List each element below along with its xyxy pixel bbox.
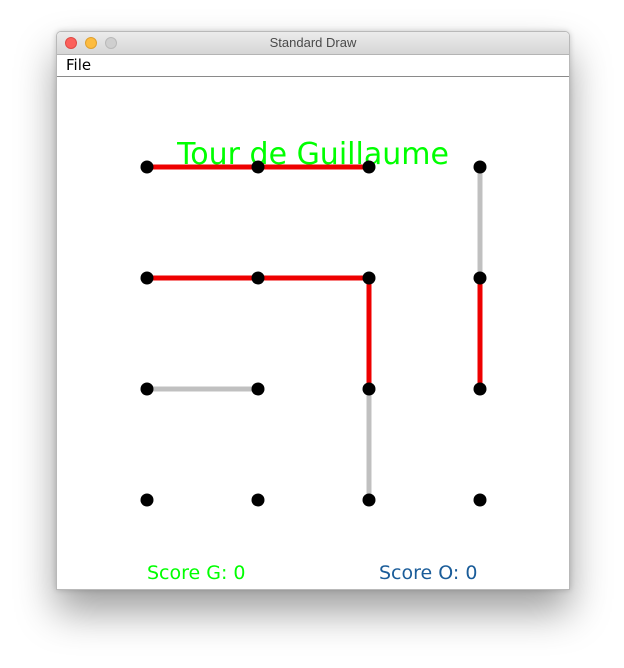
grid-dot-1-3[interactable]: [473, 271, 487, 285]
grid-dot-1-1[interactable]: [251, 271, 265, 285]
grid-dot-2-1[interactable]: [251, 382, 265, 396]
grid-dot-0-1[interactable]: [251, 160, 265, 174]
grid-dot-0-3[interactable]: [473, 160, 487, 174]
game-board[interactable]: [57, 77, 569, 589]
grid-dot-2-3[interactable]: [473, 382, 487, 396]
menu-file[interactable]: File: [66, 56, 91, 74]
grid-dot-3-2[interactable]: [362, 493, 376, 507]
grid-dot-1-2[interactable]: [362, 271, 376, 285]
grid-dot-1-0[interactable]: [140, 271, 154, 285]
drawing-canvas[interactable]: Tour de Guillaume Score G: 0 Score O: 0: [57, 77, 569, 589]
score-o: Score O: 0: [379, 562, 478, 584]
menu-bar: File: [57, 55, 569, 77]
title-bar[interactable]: Standard Draw: [57, 32, 569, 55]
dots-layer: [140, 160, 487, 507]
grid-dot-0-2[interactable]: [362, 160, 376, 174]
window-title: Standard Draw: [269, 35, 357, 50]
score-g: Score G: 0: [147, 562, 246, 584]
grid-dot-3-0[interactable]: [140, 493, 154, 507]
grid-dot-2-2[interactable]: [362, 382, 376, 396]
edges-layer: [147, 164, 483, 500]
grid-dot-3-3[interactable]: [473, 493, 487, 507]
grid-dot-2-0[interactable]: [140, 382, 154, 396]
grid-dot-0-0[interactable]: [140, 160, 154, 174]
app-window: Standard Draw File Tour de Guillaume Sco…: [56, 31, 570, 590]
grid-dot-3-1[interactable]: [251, 493, 265, 507]
